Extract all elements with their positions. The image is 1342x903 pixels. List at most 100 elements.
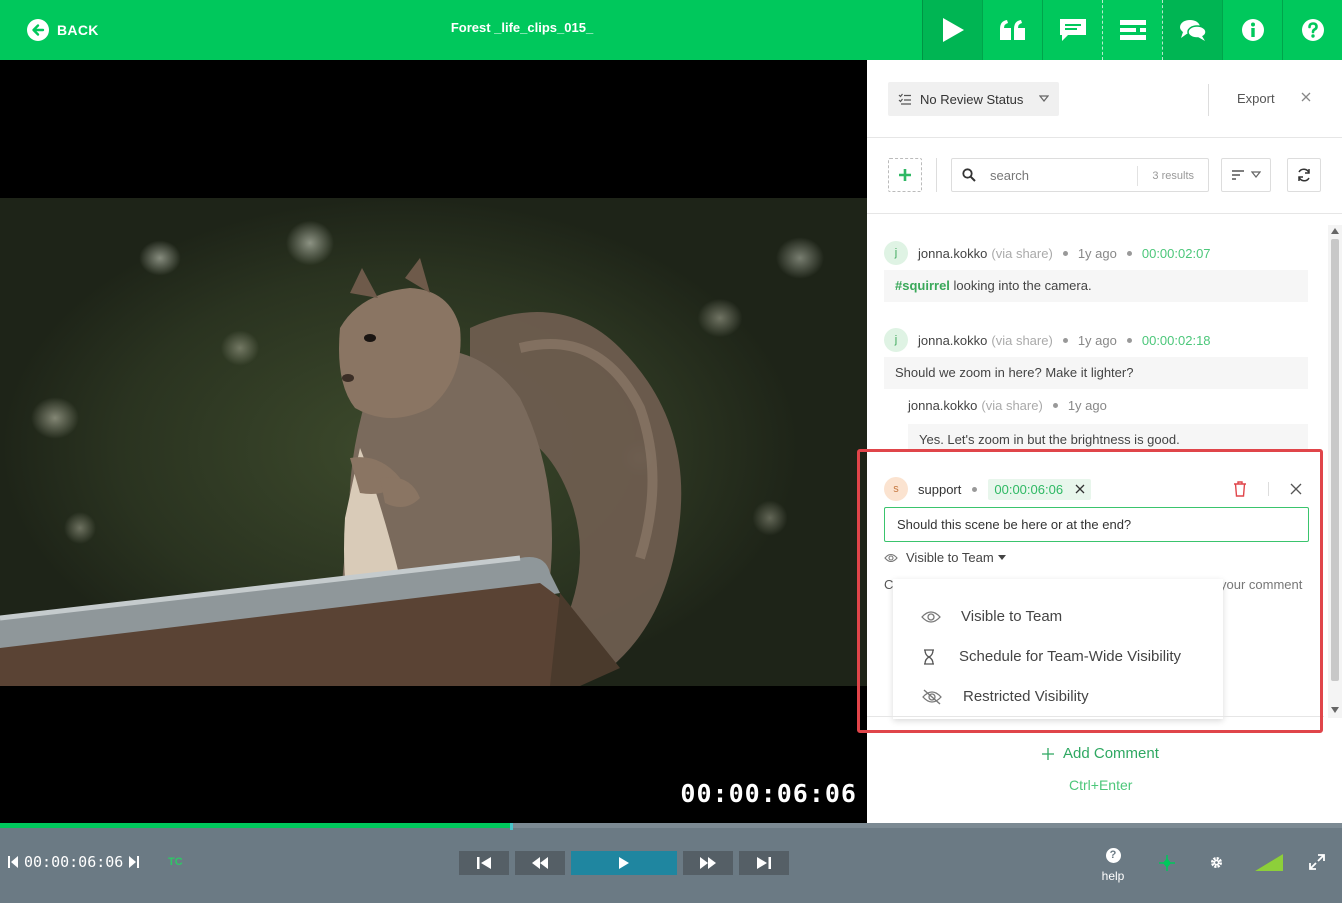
comment-via: (via share) bbox=[991, 245, 1053, 261]
visibility-dropdown[interactable]: Visible to Team bbox=[884, 550, 1006, 565]
eye-slash-icon bbox=[922, 688, 942, 705]
skip-start-icon bbox=[477, 857, 491, 869]
comment-header: j jonna.kokko (via share) 1y ago 00:00:0… bbox=[884, 241, 1211, 265]
comment-timecode-link[interactable]: 00:00:02:07 bbox=[1142, 246, 1211, 261]
caret-down-icon bbox=[997, 555, 1006, 560]
player-controls: 00:00:06:06 TC ? help bbox=[0, 823, 1342, 903]
list-icon bbox=[1119, 20, 1146, 40]
play-tool-button[interactable] bbox=[922, 0, 982, 60]
comment-editor: s support 00:00:06:06 Visible to Team C … bbox=[867, 450, 1324, 733]
review-status-dropdown[interactable]: No Review Status bbox=[888, 82, 1059, 116]
trash-icon[interactable] bbox=[1233, 481, 1247, 497]
editor-hint-left: C bbox=[884, 577, 894, 592]
search-results-count: 3 results bbox=[1137, 166, 1208, 186]
divider bbox=[867, 716, 1324, 717]
visibility-option-restricted[interactable]: Restricted Visibility bbox=[921, 688, 1089, 705]
sort-dropdown[interactable] bbox=[1221, 158, 1271, 192]
comment-timecode-link[interactable]: 00:00:02:18 bbox=[1142, 333, 1211, 348]
search-box[interactable]: 3 results bbox=[951, 158, 1209, 192]
quote-tool-button[interactable] bbox=[982, 0, 1042, 60]
go-to-end-button[interactable] bbox=[739, 851, 789, 875]
plus-icon bbox=[899, 169, 911, 181]
reply-header: jonna.kokko (via share) 1y ago bbox=[908, 398, 1107, 413]
audio-sync-icon[interactable] bbox=[1158, 854, 1176, 872]
add-comment-button[interactable]: Add Comment bbox=[1041, 745, 1159, 762]
progress-fill bbox=[0, 823, 510, 828]
close-icon[interactable] bbox=[1299, 90, 1313, 104]
scroll-up-icon[interactable] bbox=[1331, 228, 1339, 234]
help-tool-button[interactable] bbox=[1282, 0, 1342, 60]
rewind-button[interactable] bbox=[515, 851, 565, 875]
comment-tag[interactable]: #squirrel bbox=[895, 278, 950, 293]
top-bar: BACK Forest _life_clips_015_ bbox=[0, 0, 1342, 60]
comment-text-field[interactable] bbox=[884, 507, 1309, 542]
timecode-chip: 00:00:06:06 bbox=[988, 478, 1092, 500]
reply-age: 1y ago bbox=[1067, 398, 1107, 413]
chat-tool-button[interactable] bbox=[1162, 0, 1222, 60]
clip-title: Forest _life_clips_015_ bbox=[450, 20, 594, 35]
editor-header: s support 00:00:06:06 bbox=[884, 477, 1092, 501]
progress-handle[interactable] bbox=[509, 823, 513, 830]
add-comment-shortcut: Ctrl+Enter bbox=[1069, 777, 1133, 793]
mark-out-icon[interactable] bbox=[129, 856, 140, 868]
export-button[interactable]: Export bbox=[1237, 91, 1275, 106]
timecode-display: 00:00:06:06 bbox=[8, 853, 140, 871]
go-to-start-button[interactable] bbox=[459, 851, 509, 875]
scrollbar-thumb[interactable] bbox=[1331, 239, 1339, 681]
close-icon[interactable] bbox=[1290, 483, 1302, 495]
comment-author: jonna.kokko bbox=[918, 245, 988, 261]
checklist-icon bbox=[898, 93, 911, 105]
play-icon bbox=[619, 857, 629, 869]
caret-down-icon bbox=[1039, 95, 1050, 102]
settings-gear-icon[interactable] bbox=[1209, 855, 1224, 870]
editor-hint-right: your comment bbox=[1220, 577, 1303, 592]
question-icon: ? bbox=[1105, 848, 1121, 863]
reply-author: jonna.kokko bbox=[908, 398, 978, 413]
comment-age: 1y ago bbox=[1077, 332, 1117, 348]
add-comment-icon-button[interactable] bbox=[888, 158, 922, 192]
comment-author: jonna.kokko bbox=[918, 332, 988, 348]
visibility-option-schedule[interactable]: Schedule for Team-Wide Visibility bbox=[923, 648, 1181, 665]
divider bbox=[1208, 84, 1209, 116]
help-label: help bbox=[1101, 869, 1125, 883]
option-label: Visible to Team bbox=[961, 608, 1063, 625]
timecode-overlay: 00:00:06:06 bbox=[680, 779, 857, 808]
volume-level-icon[interactable] bbox=[1255, 854, 1283, 871]
play-button[interactable] bbox=[571, 851, 677, 875]
separator-dot bbox=[1126, 337, 1132, 343]
search-input[interactable] bbox=[990, 167, 1130, 183]
list-tool-button[interactable] bbox=[1102, 0, 1162, 60]
fullscreen-icon[interactable] bbox=[1309, 854, 1325, 870]
sort-icon bbox=[1232, 170, 1244, 180]
play-icon bbox=[942, 18, 964, 42]
back-button[interactable]: BACK bbox=[27, 17, 99, 43]
scrollbar[interactable] bbox=[1328, 225, 1342, 718]
caret-down-icon bbox=[1251, 171, 1261, 178]
refresh-icon bbox=[1298, 168, 1310, 182]
progress-bar[interactable] bbox=[0, 823, 1342, 830]
hourglass-icon bbox=[924, 648, 934, 665]
video-player[interactable]: 00:00:06:06 bbox=[0, 60, 867, 823]
divider bbox=[936, 158, 937, 192]
fast-forward-icon bbox=[700, 857, 716, 869]
scroll-down-icon[interactable] bbox=[1331, 707, 1339, 713]
timecode-badge[interactable]: TC bbox=[168, 856, 183, 868]
separator-dot bbox=[1052, 403, 1058, 408]
refresh-button[interactable] bbox=[1287, 158, 1321, 192]
comment-tool-button[interactable] bbox=[1042, 0, 1102, 60]
timecode-value: 00:00:06:06 bbox=[24, 853, 124, 871]
help-button[interactable]: ? help bbox=[1098, 848, 1128, 883]
help-icon bbox=[1301, 19, 1324, 41]
eye-icon bbox=[884, 553, 898, 562]
separator-dot bbox=[972, 486, 978, 492]
fast-forward-button[interactable] bbox=[683, 851, 733, 875]
comment-icon bbox=[1059, 19, 1086, 41]
chat-icon bbox=[1179, 20, 1207, 41]
eye-icon bbox=[921, 610, 941, 623]
mark-in-icon[interactable] bbox=[8, 856, 18, 868]
divider bbox=[1268, 482, 1269, 496]
close-icon[interactable] bbox=[1075, 484, 1085, 494]
info-tool-button[interactable] bbox=[1222, 0, 1282, 60]
back-arrow-icon bbox=[27, 19, 49, 41]
visibility-option-team[interactable]: Visible to Team bbox=[921, 608, 1062, 625]
